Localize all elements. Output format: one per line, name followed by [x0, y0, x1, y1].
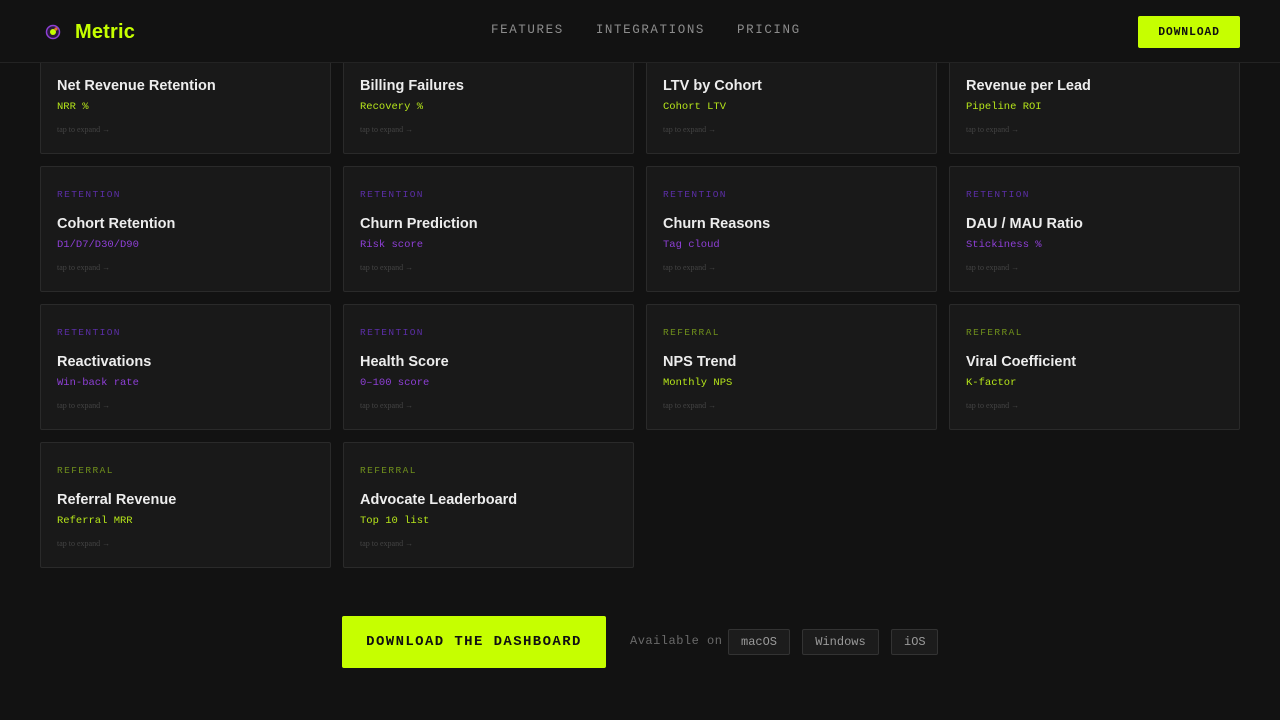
card-expand-hint: tap to expand →: [360, 263, 414, 272]
header-download-button[interactable]: DOWNLOAD: [1138, 16, 1240, 48]
card-subtitle: D1/D7/D30/D90: [57, 239, 139, 251]
platform-list: macOS Windows iOS: [728, 629, 938, 655]
card-tag: REFERRAL: [57, 465, 114, 476]
platform-macos-button[interactable]: macOS: [728, 629, 790, 655]
card-title: Billing Failures: [360, 78, 464, 94]
card-tag: REFERRAL: [663, 327, 720, 338]
card-expand-hint: tap to expand →: [57, 539, 111, 548]
card-title: Revenue per Lead: [966, 78, 1091, 94]
card-expand-hint: tap to expand →: [360, 125, 414, 134]
card-expand-hint: tap to expand →: [966, 125, 1020, 134]
card-title: Net Revenue Retention: [57, 78, 216, 94]
card-title: Advocate Leaderboard: [360, 492, 518, 508]
card-tag: RETENTION: [57, 327, 121, 338]
card-expand-hint: tap to expand →: [57, 263, 111, 272]
card-subtitle: Stickiness %: [966, 239, 1042, 251]
top-navigation-bar: Metric FEATURES INTEGRATIONS PRICING DOW…: [0, 0, 1280, 63]
card-title: Viral Coefficient: [966, 354, 1077, 370]
metric-card-churn-reasons[interactable]: RETENTION Churn Reasons Tag cloud tap to…: [646, 166, 937, 292]
card-expand-hint: tap to expand →: [966, 401, 1020, 410]
card-title: Churn Prediction: [360, 216, 478, 232]
card-subtitle: Risk score: [360, 239, 424, 251]
main-nav: FEATURES INTEGRATIONS PRICING: [491, 23, 801, 37]
card-subtitle: 0–100 score: [360, 377, 430, 389]
card-title: LTV by Cohort: [663, 78, 762, 94]
card-expand-hint: tap to expand →: [663, 125, 717, 134]
card-title: Churn Reasons: [663, 216, 771, 232]
available-on-label: Available on: [630, 634, 723, 648]
metric-card-nps-trend[interactable]: REFERRAL NPS Trend Monthly NPS tap to ex…: [646, 304, 937, 430]
card-title: Cohort Retention: [57, 216, 176, 232]
card-subtitle: Recovery %: [360, 101, 424, 113]
card-subtitle: Monthly NPS: [663, 377, 733, 389]
metric-card-viral-coefficient[interactable]: REFERRAL Viral Coefficient K-factor tap …: [949, 304, 1240, 430]
card-tag: RETENTION: [360, 189, 424, 200]
card-expand-hint: tap to expand →: [57, 401, 111, 410]
nav-pricing[interactable]: PRICING: [737, 23, 801, 37]
card-expand-hint: tap to expand →: [663, 263, 717, 272]
card-subtitle: Top 10 list: [360, 515, 430, 527]
card-subtitle: Win-back rate: [57, 377, 139, 389]
metric-card-advocate-leaderboard[interactable]: REFERRAL Advocate Leaderboard Top 10 lis…: [343, 442, 634, 568]
card-title: Health Score: [360, 354, 449, 370]
card-expand-hint: tap to expand →: [57, 125, 111, 134]
card-expand-hint: tap to expand →: [663, 401, 717, 410]
card-tag: RETENTION: [360, 327, 424, 338]
metric-card-dau-mau-ratio[interactable]: RETENTION DAU / MAU Ratio Stickiness % t…: [949, 166, 1240, 292]
card-tag: RETENTION: [966, 189, 1030, 200]
card-subtitle: K-factor: [966, 377, 1017, 389]
card-tag: RETENTION: [57, 189, 121, 200]
card-expand-hint: tap to expand →: [360, 539, 414, 548]
card-tag: RETENTION: [663, 189, 727, 200]
nav-integrations[interactable]: INTEGRATIONS: [596, 23, 705, 37]
metric-card-health-score[interactable]: RETENTION Health Score 0–100 score tap t…: [343, 304, 634, 430]
card-subtitle: Cohort LTV: [663, 101, 727, 113]
brand-logo-icon: [44, 23, 62, 41]
card-subtitle: Pipeline ROI: [966, 101, 1042, 113]
metric-card-reactivations[interactable]: RETENTION Reactivations Win-back rate ta…: [40, 304, 331, 430]
metric-card-referral-revenue[interactable]: REFERRAL Referral Revenue Referral MRR t…: [40, 442, 331, 568]
brand[interactable]: Metric: [44, 18, 135, 46]
card-title: DAU / MAU Ratio: [966, 216, 1083, 232]
platform-windows-button[interactable]: Windows: [802, 629, 879, 655]
platform-ios-button[interactable]: iOS: [891, 629, 938, 655]
card-subtitle: Tag cloud: [663, 239, 720, 251]
download-dashboard-button[interactable]: DOWNLOAD THE DASHBOARD: [342, 616, 606, 668]
metric-card-churn-prediction[interactable]: RETENTION Churn Prediction Risk score ta…: [343, 166, 634, 292]
card-subtitle: NRR %: [57, 101, 89, 113]
brand-name: Metric: [75, 20, 136, 43]
card-tag: REFERRAL: [966, 327, 1023, 338]
card-title: Reactivations: [57, 354, 152, 370]
card-title: Referral Revenue: [57, 492, 177, 508]
metric-card-grid: Net Revenue Retention NRR % tap to expan…: [40, 28, 1240, 568]
metric-card-cohort-retention[interactable]: RETENTION Cohort Retention D1/D7/D30/D90…: [40, 166, 331, 292]
card-title: NPS Trend: [663, 354, 737, 370]
card-expand-hint: tap to expand →: [360, 401, 414, 410]
card-expand-hint: tap to expand →: [966, 263, 1020, 272]
card-subtitle: Referral MRR: [57, 515, 133, 527]
nav-features[interactable]: FEATURES: [491, 23, 564, 37]
card-tag: REFERRAL: [360, 465, 417, 476]
